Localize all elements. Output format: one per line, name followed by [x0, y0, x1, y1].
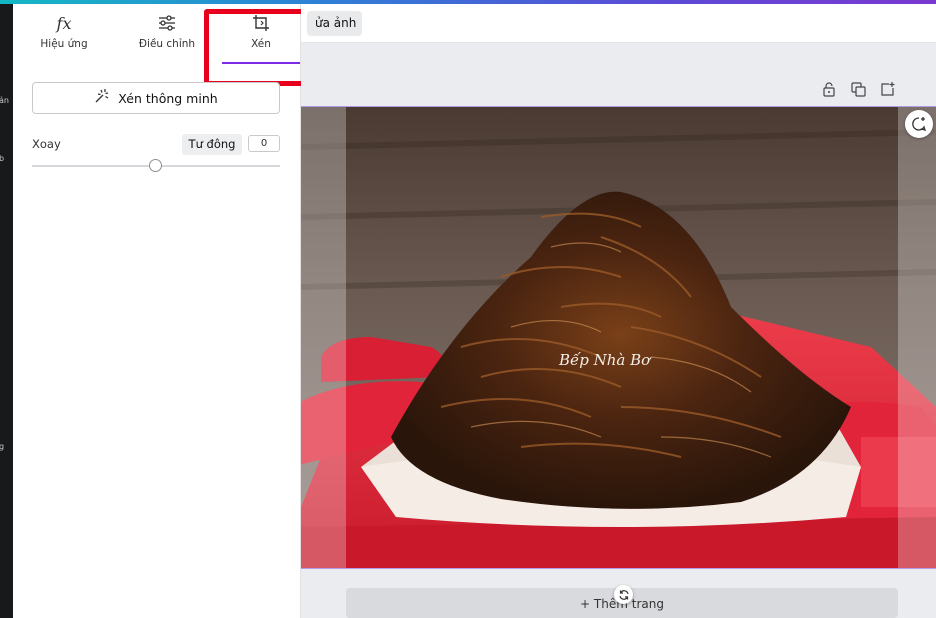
tab-effects[interactable]: fx Hiệu ứng: [21, 12, 107, 62]
edit-photo-button[interactable]: ửa ảnh: [307, 11, 363, 36]
magic-wand-icon: [94, 88, 110, 109]
add-page-icon[interactable]: [880, 82, 895, 97]
top-toolbar: ửa ảnh: [301, 4, 936, 43]
duplicate-icon[interactable]: [851, 82, 866, 97]
rotate-label: Xoay: [32, 137, 61, 151]
crop-shade-right: [898, 107, 936, 568]
rotate-slider-thumb[interactable]: [149, 159, 162, 172]
rail-label[interactable]: ản: [0, 96, 9, 105]
sliders-icon: [124, 12, 210, 34]
tab-adjust[interactable]: Điều chỉnh: [124, 12, 210, 62]
edit-photo-panel: fx Hiệu ứng Điều chỉnh Xén Xén thông min…: [13, 4, 320, 618]
left-side-rail: ản b g: [0, 4, 13, 618]
rail-label[interactable]: b: [0, 154, 4, 163]
add-comment-button[interactable]: [905, 110, 933, 138]
tab-label: Điều chỉnh: [138, 38, 196, 50]
fx-icon: fx: [56, 13, 72, 33]
lock-icon[interactable]: [822, 82, 837, 97]
food-photo[interactable]: Bếp Nhà Bơ: [301, 106, 936, 569]
smart-crop-label: Xén thông minh: [118, 90, 218, 106]
smart-crop-button[interactable]: Xén thông minh: [32, 82, 280, 114]
rotate-icon: [618, 589, 629, 600]
rotate-handle[interactable]: [614, 585, 633, 604]
photo-watermark: Bếp Nhà Bơ: [558, 351, 652, 369]
rotate-value-input[interactable]: 0: [248, 135, 280, 152]
auto-rotate-button[interactable]: Tư đông: [182, 134, 242, 155]
comment-plus-icon: [912, 117, 927, 131]
tab-label: Hiệu ứng: [40, 38, 88, 50]
crop-shade-left: [301, 107, 346, 568]
rail-label[interactable]: g: [0, 442, 4, 451]
page-actions: [822, 82, 895, 100]
